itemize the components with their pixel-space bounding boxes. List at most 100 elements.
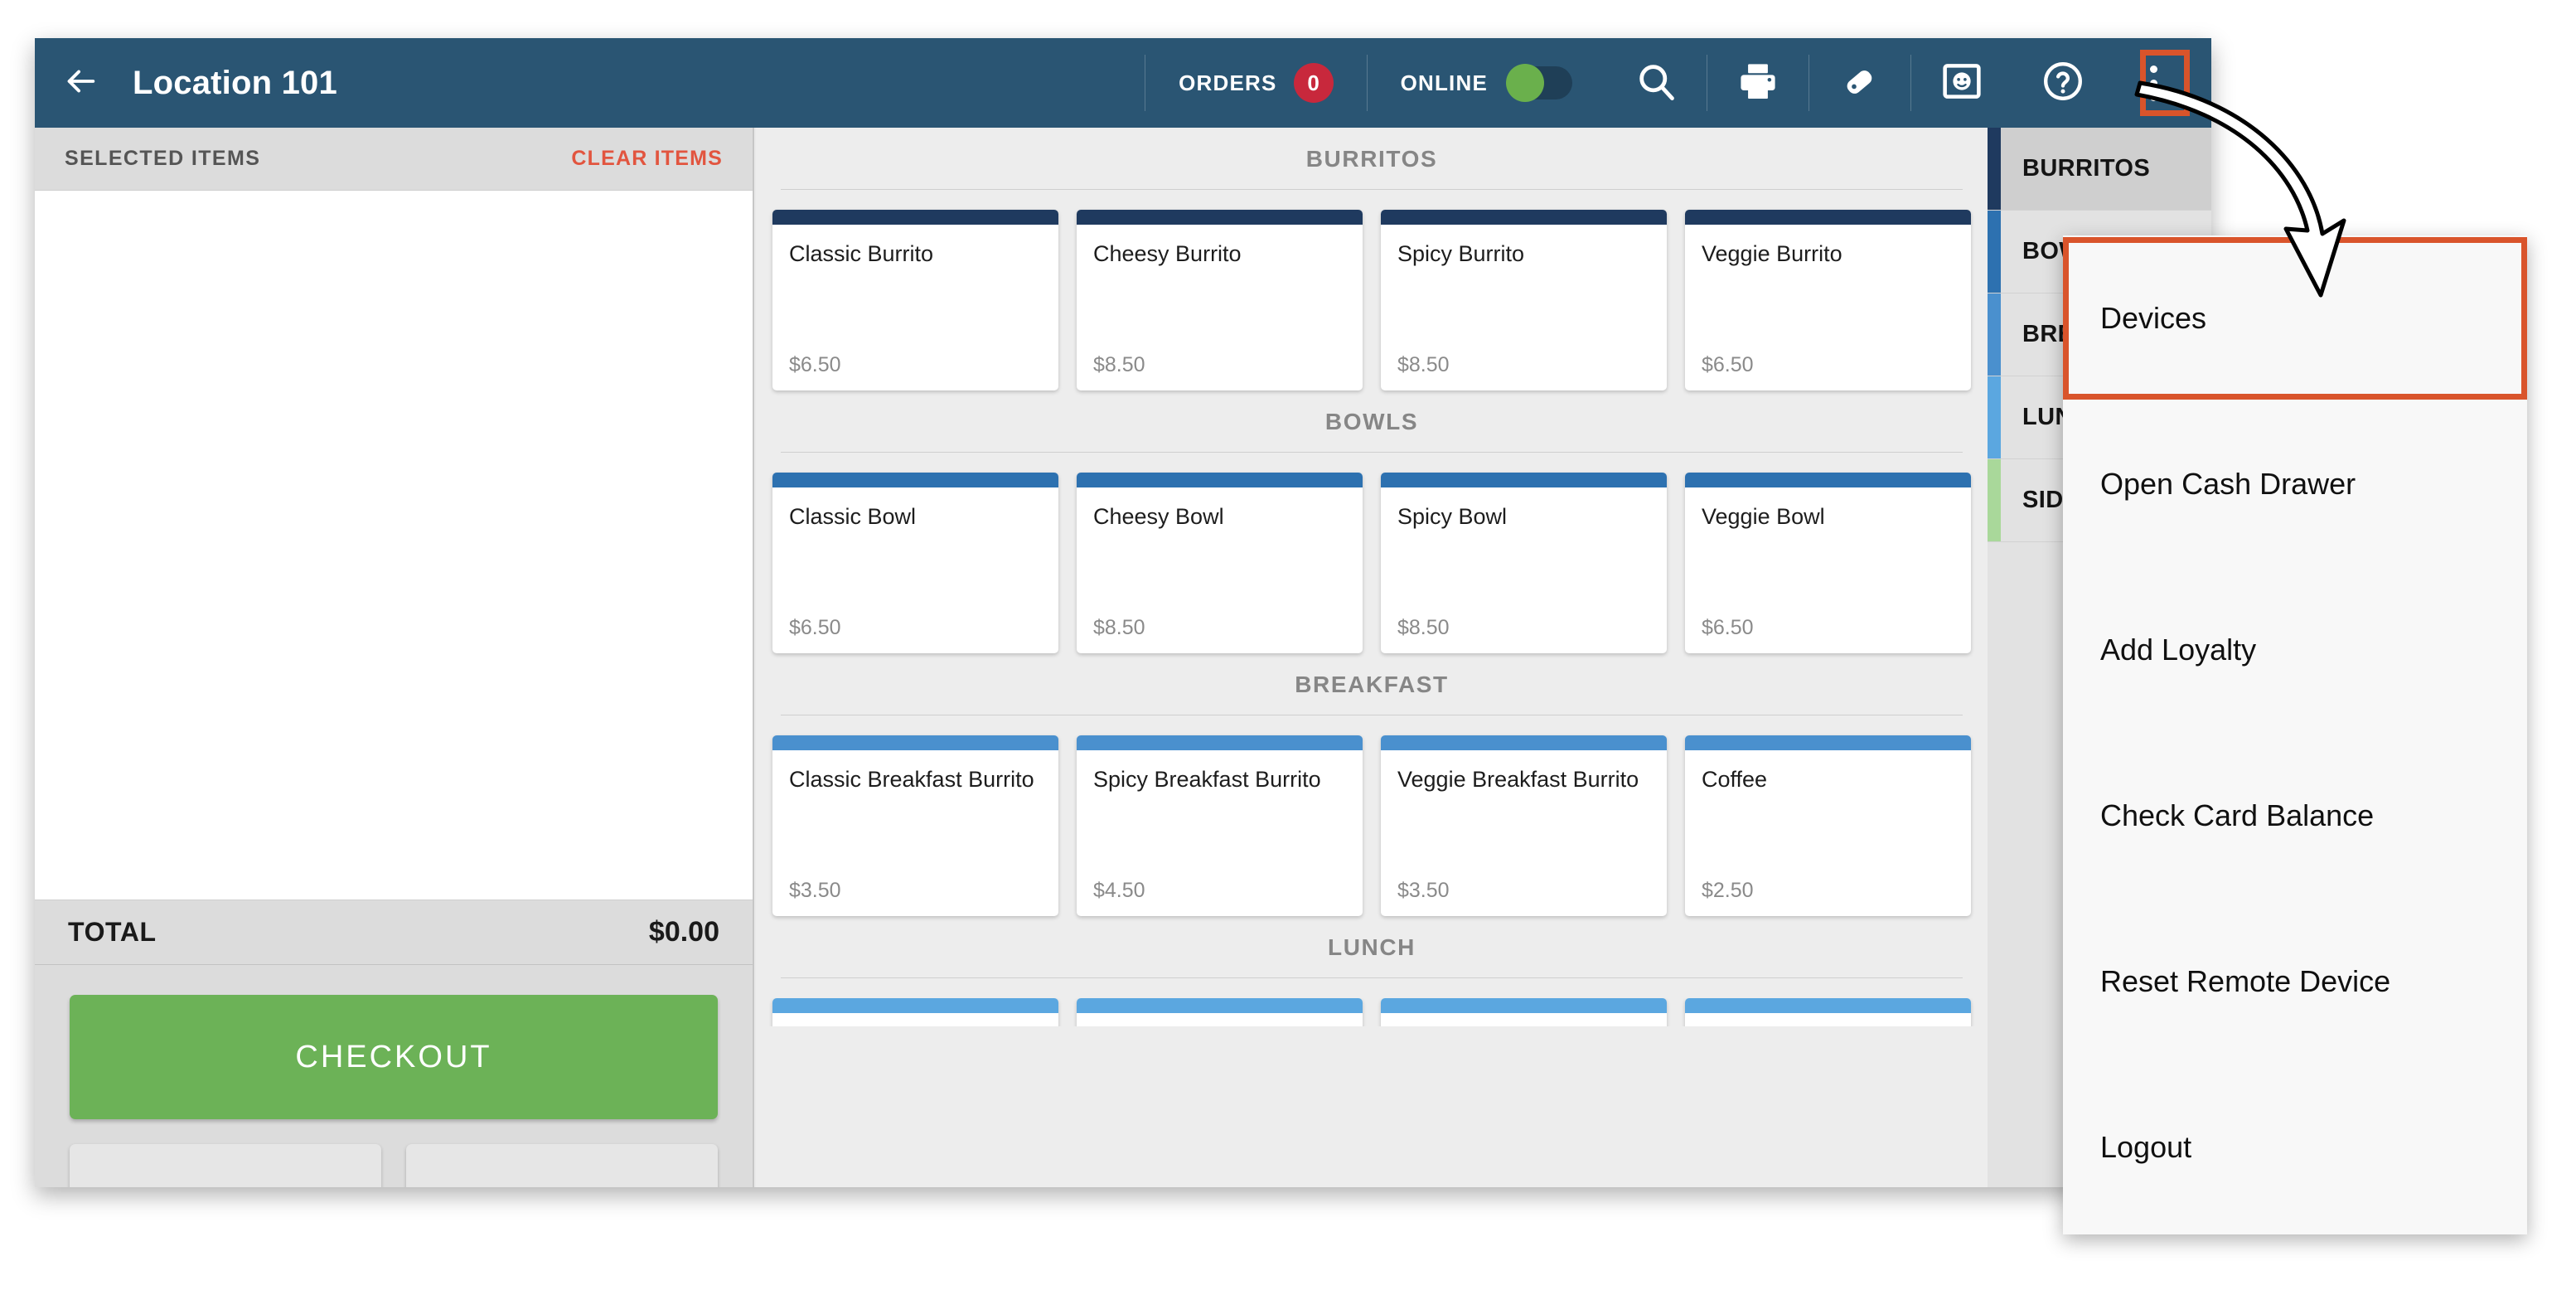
checkout-button[interactable]: CHECKOUT [70,995,718,1119]
product-card-stripe [1077,998,1363,1013]
product-price: $3.50 [789,879,1042,903]
product-price: $2.50 [1702,879,1954,903]
overflow-menu-item-check-card-balance[interactable]: Check Card Balance [2063,733,2527,899]
product-card[interactable]: Classic Bowl $6.50 [772,473,1058,653]
product-card[interactable]: Veggie Bowl$6.50 [1685,473,1971,653]
overflow-menu-item-reset-remote-device[interactable]: Reset Remote Device [2063,899,2527,1064]
product-card[interactable]: Veggie Breakfast Burrito$3.50 [1381,735,1667,916]
product-card[interactable] [772,998,1058,1026]
secondary-action-button-left[interactable] [70,1144,381,1187]
product-price: $8.50 [1093,616,1346,640]
pos-app-window: Location 101 ORDERS 0 ONLINE [35,38,2211,1187]
product-card[interactable] [1381,998,1667,1026]
menu-grid[interactable]: BURRITOS Classic Burrito $6.50 Cheesy Burri… [756,128,1988,1187]
product-price: $8.50 [1397,353,1650,377]
product-price: $4.50 [1093,879,1346,903]
tag-button[interactable] [1809,38,1910,128]
orders-button[interactable]: ORDERS 0 [1145,38,1366,128]
menu-section-title: LUNCH [769,916,1974,977]
product-name: Spicy Burrito [1397,240,1650,269]
category-accent-bar [1988,211,2001,293]
selected-items-label: SELECTED ITEMS [65,147,260,171]
product-card[interactable]: Veggie Burrito $6.50 [1685,210,1971,390]
product-card[interactable]: Spicy Burrito $8.50 [1381,210,1667,390]
total-label: TOTAL [68,917,157,948]
selected-items-list[interactable] [35,191,753,900]
product-price: $3.50 [1397,879,1650,903]
product-card[interactable]: Cheesy Burrito$8.50 [1077,210,1363,390]
category-accent-bar [1988,376,2001,458]
product-card[interactable]: Classic Breakfast Burrito$3.50 [772,735,1058,916]
online-toggle-switch[interactable] [1506,66,1572,99]
category-accent-bar [1988,293,2001,376]
overflow-menu-item-logout[interactable]: Logout [2063,1064,2527,1230]
section-divider [781,189,1963,190]
menu-card-row: Classic Breakfast Burrito$3.50Spicy Brea… [769,735,1974,916]
product-card[interactable]: Spicy Breakfast Burrito $4.50 [1077,735,1363,916]
overflow-dropdown-menu[interactable]: DevicesOpen Cash DrawerAdd LoyaltyCheck … [2063,235,2527,1234]
search-button[interactable] [1605,38,1707,128]
overflow-menu-item-add-loyalty[interactable]: Add Loyalty [2063,567,2527,733]
arrow-left-icon [61,62,99,104]
printer-icon [1736,60,1779,107]
product-name: Veggie Burrito [1702,240,1954,269]
category-rail-item-burritos[interactable]: BURRITOS [1988,128,2211,211]
product-card-stripe [772,998,1058,1013]
orders-label: ORDERS [1179,70,1276,96]
product-card-body: Cheesy Burrito$8.50 [1077,225,1363,390]
menu-section-title: BREAKFAST [769,653,1974,715]
menu-section-title: BURRITOS [769,128,1974,189]
product-name: Cheesy Burrito [1093,240,1346,269]
product-card[interactable] [1685,998,1971,1026]
product-card-body [1685,1013,1971,1026]
page-title: Location 101 [133,65,337,102]
menu-card-row: Classic Burrito$6.50Cheesy Burrito$8.50S… [769,210,1974,390]
product-card[interactable]: Spicy Bowl$8.50 [1381,473,1667,653]
tag-icon [1838,60,1881,107]
online-toggle-group[interactable]: ONLINE [1368,38,1605,128]
product-card[interactable]: Cheesy Bowl$8.50 [1077,473,1363,653]
product-card-stripe [1381,473,1667,487]
product-card-stripe [1077,210,1363,225]
product-card-body: Veggie Burrito $6.50 [1685,225,1971,390]
product-name: Classic Bowl [789,502,1042,531]
product-card-body: Classic Bowl $6.50 [772,487,1058,653]
online-label: ONLINE [1401,70,1488,96]
product-card-stripe [1077,735,1363,750]
product-price: $6.50 [789,353,1042,377]
overflow-menu-item-open-cash-drawer[interactable]: Open Cash Drawer [2063,401,2527,567]
product-card-stripe [1685,473,1971,487]
help-icon [2041,60,2085,107]
product-name: Classic Burrito [789,240,1042,269]
product-card-stripe [1685,210,1971,225]
orders-count-badge: 0 [1294,63,1334,103]
product-name: Spicy Breakfast Burrito [1093,765,1346,794]
menu-card-row: Classic Bowl$6.50Cheesy Bowl$8.50Spicy B… [769,473,1974,653]
product-card[interactable] [1077,998,1363,1026]
overflow-menu-item-devices[interactable]: Devices [2063,235,2527,401]
product-price: $6.50 [789,616,1042,640]
category-label: BURRITOS [2001,155,2150,182]
customer-button[interactable] [1911,38,2012,128]
product-card-stripe [772,735,1058,750]
back-button[interactable] [35,38,126,128]
secondary-action-button-right[interactable] [406,1144,718,1187]
product-name: Spicy Bowl [1397,502,1650,531]
product-card-stripe [1381,735,1667,750]
help-button[interactable] [2012,38,2114,128]
category-accent-bar [1988,459,2001,541]
overflow-menu-button[interactable] [2114,46,2193,120]
product-card-stripe [772,473,1058,487]
category-accent-bar [1988,128,2001,210]
product-card[interactable]: Coffee $2.50 [1685,735,1971,916]
clear-items-button[interactable]: CLEAR ITEMS [571,147,723,171]
product-card-body [1381,1013,1667,1026]
toggle-knob [1506,64,1544,102]
product-price: $6.50 [1702,353,1954,377]
product-card-body: Classic Breakfast Burrito$3.50 [772,750,1058,916]
product-card-body: Spicy Burrito $8.50 [1381,225,1667,390]
product-name: Coffee [1702,765,1954,794]
total-value: $0.00 [649,916,719,948]
product-card[interactable]: Classic Burrito $6.50 [772,210,1058,390]
print-button[interactable] [1707,38,1809,128]
